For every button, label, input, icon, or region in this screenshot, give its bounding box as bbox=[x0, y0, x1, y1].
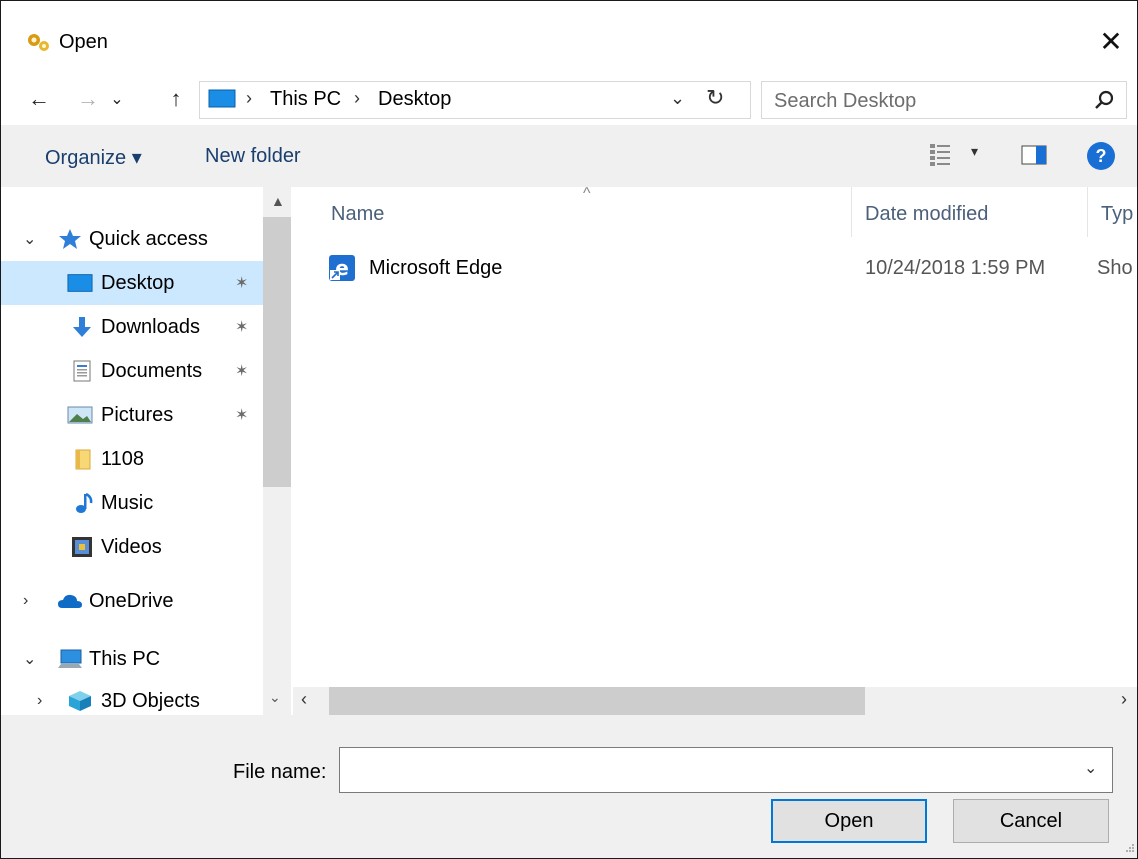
download-icon bbox=[73, 317, 91, 337]
scroll-right-icon[interactable]: › bbox=[1121, 689, 1127, 710]
music-icon bbox=[76, 492, 93, 513]
scroll-down-icon[interactable]: ⌄ bbox=[269, 689, 281, 706]
file-name-input[interactable]: ⌄ bbox=[339, 747, 1113, 793]
breadcrumb-this-pc[interactable]: This PC bbox=[270, 88, 341, 111]
tree-item-this-pc[interactable]: ⌄ This PC bbox=[1, 637, 263, 681]
file-name: Microsoft Edge bbox=[369, 257, 503, 279]
help-icon[interactable]: ? bbox=[1087, 142, 1115, 170]
window-title: Open bbox=[59, 31, 108, 53]
pin-icon: ✶ bbox=[235, 407, 249, 424]
tree-item-label: Music bbox=[101, 491, 154, 514]
video-icon bbox=[72, 537, 92, 557]
resize-grip-icon[interactable] bbox=[1125, 843, 1135, 853]
desktop-icon bbox=[67, 274, 93, 292]
address-dropdown-button[interactable]: ⌄ bbox=[670, 88, 685, 109]
horizontal-scrollbar[interactable]: ‹ › bbox=[293, 687, 1137, 715]
pin-icon: ✶ bbox=[235, 363, 249, 380]
nav-pane-scroll-thumb[interactable] bbox=[263, 217, 291, 487]
tree-item-music[interactable]: Music bbox=[1, 481, 263, 525]
column-divider[interactable] bbox=[1087, 187, 1088, 237]
breadcrumb-separator: › bbox=[246, 88, 252, 108]
expand-chevron-icon[interactable]: › bbox=[37, 692, 42, 710]
navigation-pane: ⌄ Quick access Desktop ✶ Downloads ✶ Doc… bbox=[1, 187, 293, 715]
navigation-bar: ← → ⌄ ↑ › This PC › Desktop ⌄ ↻ Search D… bbox=[1, 77, 1137, 121]
new-folder-button[interactable]: New folder bbox=[205, 145, 301, 168]
view-dropdown-button[interactable]: ▾ bbox=[971, 143, 978, 160]
tree-item-label: 1108 bbox=[101, 447, 145, 470]
column-header-type[interactable]: Typ bbox=[1101, 203, 1133, 226]
cancel-button[interactable]: Cancel bbox=[953, 799, 1109, 843]
title-bar: Open ✕ bbox=[1, 1, 1137, 77]
tree-item-downloads[interactable]: Downloads ✶ bbox=[1, 305, 263, 349]
tree-item-quick-access[interactable]: ⌄ Quick access bbox=[1, 217, 263, 261]
file-row[interactable]: e Microsoft Edge 10/24/2018 1:59 PM Sho bbox=[327, 251, 1137, 287]
recent-locations-button[interactable]: ⌄ bbox=[105, 77, 129, 121]
column-divider[interactable] bbox=[851, 187, 852, 237]
address-bar[interactable]: › This PC › Desktop ⌄ ↻ bbox=[199, 81, 751, 119]
expand-chevron-icon[interactable]: › bbox=[23, 592, 28, 610]
star-icon bbox=[59, 229, 81, 249]
column-header-name[interactable]: Name bbox=[331, 203, 384, 226]
tree-item-1108[interactable]: 1108 bbox=[1, 437, 263, 481]
folder-icon bbox=[75, 449, 91, 470]
view-options-icon[interactable] bbox=[929, 143, 951, 167]
tree-item-label: Videos bbox=[101, 535, 162, 558]
document-icon bbox=[73, 360, 91, 382]
search-icon[interactable] bbox=[1092, 88, 1116, 112]
computer-icon bbox=[58, 649, 82, 668]
cloud-icon bbox=[58, 594, 82, 608]
pin-icon: ✶ bbox=[235, 275, 249, 292]
scroll-left-icon[interactable]: ‹ bbox=[301, 689, 307, 710]
pin-icon: ✶ bbox=[235, 319, 249, 336]
file-name-label: File name: bbox=[233, 761, 327, 783]
desktop-icon bbox=[208, 89, 236, 108]
up-button[interactable]: ↑ bbox=[161, 77, 191, 121]
tree-item-label: Downloads bbox=[101, 315, 200, 338]
pictures-icon bbox=[67, 406, 93, 424]
tree-item-label: Desktop bbox=[101, 271, 175, 294]
search-box[interactable]: Search Desktop bbox=[761, 81, 1127, 119]
file-date-modified: 10/24/2018 1:59 PM bbox=[865, 257, 1046, 279]
organize-button[interactable]: Organize ▾ bbox=[45, 145, 142, 170]
edge-shortcut-icon: e bbox=[329, 255, 355, 281]
expand-chevron-icon[interactable]: ⌄ bbox=[23, 649, 36, 669]
tree-item-label: This PC bbox=[89, 647, 161, 670]
3d-objects-icon bbox=[69, 691, 91, 711]
forward-button[interactable]: → bbox=[73, 77, 103, 121]
tree-item-label: 3D Objects bbox=[101, 689, 200, 712]
close-button[interactable]: ✕ bbox=[1091, 25, 1131, 59]
column-header-date-modified[interactable]: Date modified bbox=[865, 203, 988, 226]
tree-item-pictures[interactable]: Pictures ✶ bbox=[1, 393, 263, 437]
app-gear-icon bbox=[28, 34, 49, 51]
expand-chevron-icon[interactable]: ⌄ bbox=[23, 229, 36, 249]
search-input[interactable]: Search Desktop bbox=[774, 90, 916, 113]
file-name-area: File name: ⌄ Open Cancel bbox=[1, 715, 1137, 858]
breadcrumb-desktop[interactable]: Desktop bbox=[378, 88, 451, 111]
back-button[interactable]: ← bbox=[23, 77, 55, 121]
sort-ascending-icon: ^ bbox=[583, 185, 591, 202]
file-list: ^ Name Date modified Typ e Microsoft Edg… bbox=[293, 185, 1137, 715]
tree-item-documents[interactable]: Documents ✶ bbox=[1, 349, 263, 393]
open-dialog: Open ✕ ← → ⌄ ↑ › This PC › Desktop ⌄ ↻ S… bbox=[0, 0, 1138, 859]
refresh-button[interactable]: ↻ bbox=[706, 85, 724, 111]
tree-item-label: Pictures bbox=[101, 403, 174, 426]
breadcrumb-separator: › bbox=[354, 88, 360, 108]
open-button[interactable]: Open bbox=[771, 799, 927, 843]
tree-item-videos[interactable]: Videos bbox=[1, 525, 263, 569]
tree-item-label: OneDrive bbox=[89, 589, 174, 612]
tree-item-desktop[interactable]: Desktop ✶ bbox=[1, 261, 263, 305]
preview-pane-icon[interactable] bbox=[1021, 145, 1047, 165]
file-name-dropdown-icon[interactable]: ⌄ bbox=[1084, 758, 1097, 778]
tree-item-label: Documents bbox=[101, 359, 203, 382]
command-bar: Organize ▾ New folder ▾ ? bbox=[1, 125, 1137, 187]
horizontal-scroll-thumb[interactable] bbox=[329, 687, 865, 715]
tree-item-onedrive[interactable]: › OneDrive bbox=[1, 579, 263, 623]
tree-item-label: Quick access bbox=[89, 227, 208, 250]
file-type: Sho bbox=[1097, 257, 1133, 279]
scroll-up-icon[interactable]: ▲ bbox=[271, 193, 285, 209]
